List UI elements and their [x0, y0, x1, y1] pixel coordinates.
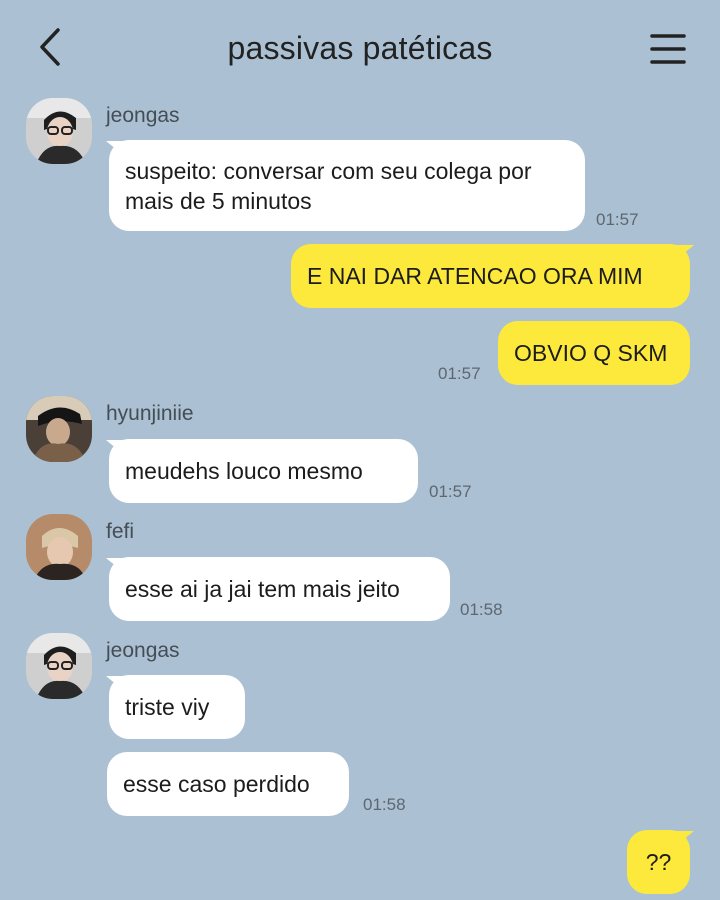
message-bubble[interactable]: E NAI DAR ATENCAO ORA MIM [291, 244, 690, 308]
message-time: 01:57 [596, 210, 639, 229]
message-bubble[interactable]: triste viy [109, 675, 245, 739]
avatar-photo-jeongas [26, 633, 92, 699]
message-time: 01:58 [363, 795, 406, 814]
menu-button[interactable] [646, 28, 690, 72]
avatar-photo-fefi [26, 514, 92, 580]
avatar-photo-hyunjiniie [26, 396, 92, 462]
sender-name: jeongas [106, 639, 180, 662]
message-time: 01:57 [429, 482, 472, 501]
hamburger-menu-icon [650, 34, 686, 64]
sender-name: jeongas [106, 104, 180, 127]
avatar-hyunjiniie[interactable] [26, 396, 92, 462]
message-bubble[interactable]: esse ai ja jai tem mais jeito [109, 557, 450, 621]
sender-name: fefi [106, 520, 135, 543]
sender-name: hyunjiniie [106, 402, 194, 425]
chat-header: passivas patéticas [0, 0, 720, 100]
message-time: 01:57 [438, 364, 481, 383]
avatar-fefi[interactable] [26, 514, 92, 580]
chat-title: passivas patéticas [227, 30, 493, 66]
message-bubble[interactable]: esse caso perdido [107, 752, 349, 816]
avatar-jeongas[interactable] [26, 98, 92, 164]
message-bubble[interactable]: meudehs louco mesmo [109, 439, 418, 503]
avatar-jeongas[interactable] [26, 633, 92, 699]
message-bubble[interactable]: suspeito: conversar com seu colega por m… [109, 140, 585, 231]
message-bubble[interactable]: ?? [627, 830, 690, 894]
message-time: 01:58 [460, 600, 503, 619]
message-bubble[interactable]: OBVIO Q SKM [498, 321, 690, 385]
avatar-photo-jeongas [26, 98, 92, 164]
